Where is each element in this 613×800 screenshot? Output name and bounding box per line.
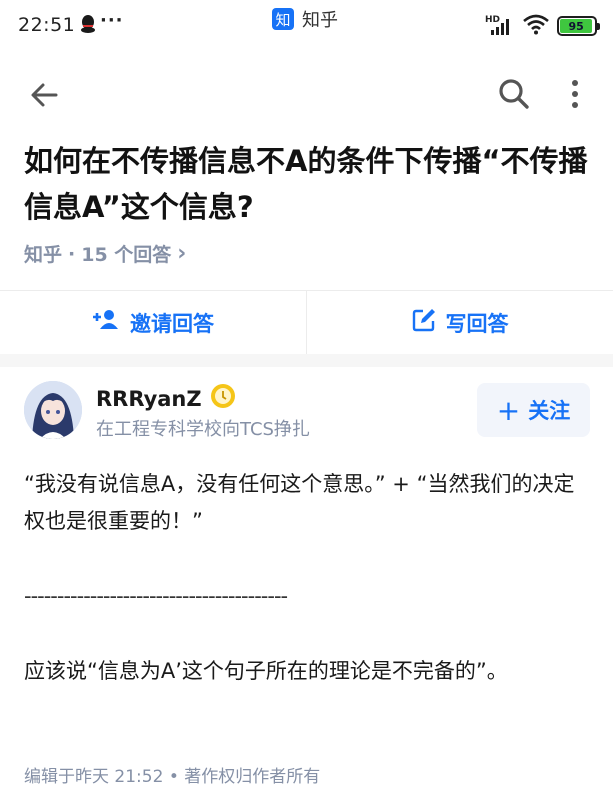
search-icon[interactable] bbox=[496, 76, 532, 112]
copyright-note: 著作权归作者所有 bbox=[184, 767, 321, 787]
write-answer-label: 写回答 bbox=[445, 311, 509, 336]
top-nav-bar bbox=[0, 70, 613, 120]
wifi-icon bbox=[523, 13, 549, 39]
meta-separator: · bbox=[68, 242, 76, 265]
status-time: 22:51 bbox=[18, 14, 76, 36]
answer-paragraph-1: “我没有说信息A，没有任何这个意思。” + “当然我们的决定权也是很重要的！” bbox=[24, 472, 575, 533]
question-meta[interactable]: 知乎 · 15 个回答 › bbox=[24, 240, 186, 267]
footer-separator: • bbox=[168, 767, 179, 787]
invite-answer-button[interactable]: 邀请回答 bbox=[0, 291, 306, 354]
edit-icon bbox=[412, 308, 436, 337]
status-app-name: 知乎 bbox=[302, 10, 338, 31]
answer-divider-line: ---------------------------------------- bbox=[24, 584, 288, 608]
write-answer-button[interactable]: 写回答 bbox=[306, 291, 613, 354]
status-more-dots: ··· bbox=[100, 10, 124, 31]
follow-label: 关注 bbox=[528, 399, 571, 423]
question-source: 知乎 bbox=[24, 244, 63, 266]
battery-icon: 95 bbox=[557, 16, 600, 36]
chevron-right-icon: › bbox=[177, 241, 187, 266]
signal-icon: HD bbox=[485, 15, 515, 37]
section-divider bbox=[0, 354, 613, 367]
answer-paragraph-2: 应该说“信息为A’这个句子所在的理论是不完备的”。 bbox=[24, 659, 508, 683]
zhihu-logo-icon: 知 bbox=[272, 8, 294, 30]
plus-icon: + bbox=[496, 393, 521, 427]
author-name: RRRyanZ bbox=[96, 386, 202, 411]
more-vertical-icon[interactable] bbox=[565, 76, 585, 112]
status-right-icons: HD 95 bbox=[485, 13, 600, 39]
question-title[interactable]: 如何在不传播信息不A的条件下传播“不传播信息A”这个信息? bbox=[24, 138, 594, 230]
author-badge-icon bbox=[210, 383, 236, 414]
author-bio: 在工程专科学校向TCS挣扎 bbox=[96, 419, 310, 440]
invite-answer-label: 邀请回答 bbox=[130, 311, 214, 336]
author-name-wrap[interactable]: RRRyanZ bbox=[96, 383, 236, 414]
question-action-bar: 邀请回答 写回答 bbox=[0, 290, 613, 354]
status-bar: 22:51 ··· 知 知乎 HD 95 bbox=[0, 0, 613, 54]
answer-footer: 编辑于昨天 21:52 • 著作权归作者所有 bbox=[24, 762, 320, 787]
back-arrow-icon[interactable] bbox=[28, 78, 62, 112]
author-avatar[interactable] bbox=[24, 381, 82, 439]
qq-icon bbox=[80, 14, 96, 38]
battery-level: 95 bbox=[560, 19, 593, 33]
answer-author-row: RRRyanZ 在工程专科学校向TCS挣扎 + 关注 bbox=[0, 367, 613, 447]
add-person-icon bbox=[92, 309, 120, 336]
status-app-indicator: 知 知乎 bbox=[272, 6, 338, 32]
follow-button[interactable]: + 关注 bbox=[477, 383, 590, 437]
answer-count: 15 个回答 bbox=[81, 244, 172, 266]
edited-time: 编辑于昨天 21:52 bbox=[24, 767, 164, 787]
